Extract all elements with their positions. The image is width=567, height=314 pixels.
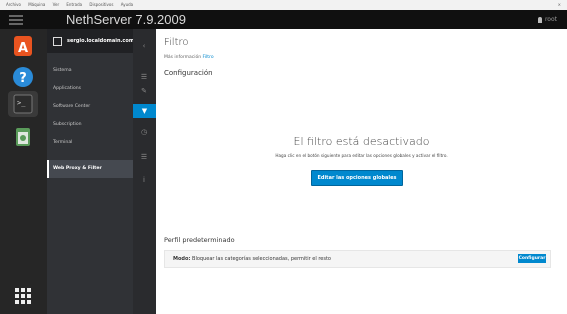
- mode-label: Modo:: [173, 256, 191, 262]
- sidebar-item-terminal[interactable]: Terminal: [47, 134, 133, 152]
- more-info: Más información Filtro: [164, 55, 214, 60]
- show-applications-icon[interactable]: [14, 287, 32, 305]
- menu-ver[interactable]: Ver: [53, 0, 60, 10]
- section-icon-strip: ‹ ☰ ✎ ▼ ◷ ☰ i: [133, 29, 156, 314]
- wrench-icon[interactable]: ✎: [140, 87, 148, 95]
- edit-global-options-button[interactable]: Editar las opciones globales: [311, 170, 403, 186]
- help-icon[interactable]: ?: [8, 64, 38, 90]
- menu-ayuda[interactable]: Ayuda: [121, 0, 133, 10]
- filter-disabled-hint: Haga clic en el botón siguiente para edi…: [275, 153, 448, 158]
- user-name: root: [544, 16, 557, 23]
- page-title: Filtro: [164, 37, 189, 48]
- collapse-icon[interactable]: ‹: [140, 42, 148, 50]
- clock-icon[interactable]: ◷: [140, 128, 148, 136]
- filter-icon[interactable]: ▼: [133, 104, 156, 118]
- sidebar-item-applications[interactable]: Applications: [47, 80, 133, 98]
- hostname: sergio.localdomain.com: [67, 38, 135, 44]
- menu-archivo[interactable]: Archivo: [6, 0, 21, 10]
- more-info-label: Más información: [164, 55, 202, 60]
- svg-text:A: A: [18, 41, 28, 56]
- sidebar-item-subscription[interactable]: Subscription: [47, 116, 133, 134]
- default-profile-title: Perfil predeterminado: [164, 236, 235, 244]
- sidebar-item-sistema[interactable]: Sistema: [47, 62, 133, 80]
- window-close-button[interactable]: ×: [558, 0, 561, 10]
- more-info-link[interactable]: Filtro: [203, 55, 214, 60]
- default-profile-row: Modo: Bloquear las categorías selecciona…: [164, 250, 551, 268]
- window-menubar: Archivo Máquina Ver Entrada Dispositivos…: [0, 0, 567, 10]
- profile-mode-text: Modo: Bloquear las categorías selecciona…: [173, 251, 331, 267]
- menu-entrada[interactable]: Entrada: [66, 0, 82, 10]
- menu-dispositivos[interactable]: Dispositivos: [89, 0, 113, 10]
- section-config-title: Configuración: [164, 69, 213, 77]
- dock: A ? >_: [0, 29, 47, 314]
- mode-value: Bloquear las categorías seleccionadas, p…: [192, 256, 331, 262]
- sidebar: sergio.localdomain.com Sistema Applicati…: [47, 29, 135, 314]
- configure-button[interactable]: Configurar: [518, 254, 546, 263]
- app-title: NethServer 7.9.2009: [66, 12, 186, 27]
- main-content: Filtro Más información Filtro Configurac…: [156, 29, 567, 314]
- terminal-icon[interactable]: >_: [8, 91, 38, 117]
- user-icon: [537, 16, 542, 23]
- settings-icon[interactable]: ☰: [140, 153, 148, 161]
- trash-icon[interactable]: [8, 124, 38, 150]
- svg-text:?: ?: [19, 71, 27, 86]
- info-icon[interactable]: i: [140, 176, 148, 184]
- svg-text:>_: >_: [17, 99, 26, 107]
- sidebar-item-web-proxy-filter[interactable]: Web Proxy & Filter: [47, 160, 133, 178]
- ubuntu-software-icon[interactable]: A: [8, 33, 38, 59]
- user-menu[interactable]: root: [537, 10, 557, 29]
- sidebar-nav: Sistema Applications Software Center Sub…: [47, 62, 133, 178]
- top-bar: NethServer 7.9.2009 root: [0, 10, 567, 29]
- menu-maquina[interactable]: Máquina: [28, 0, 45, 10]
- server-icon: [53, 37, 62, 46]
- sidebar-item-software-center[interactable]: Software Center: [47, 98, 133, 116]
- host-switcher[interactable]: sergio.localdomain.com: [47, 29, 135, 53]
- filter-disabled-title: El filtro está desactivado: [293, 135, 430, 148]
- menu-toggle-icon[interactable]: [9, 15, 23, 25]
- list-icon[interactable]: ☰: [140, 73, 148, 81]
